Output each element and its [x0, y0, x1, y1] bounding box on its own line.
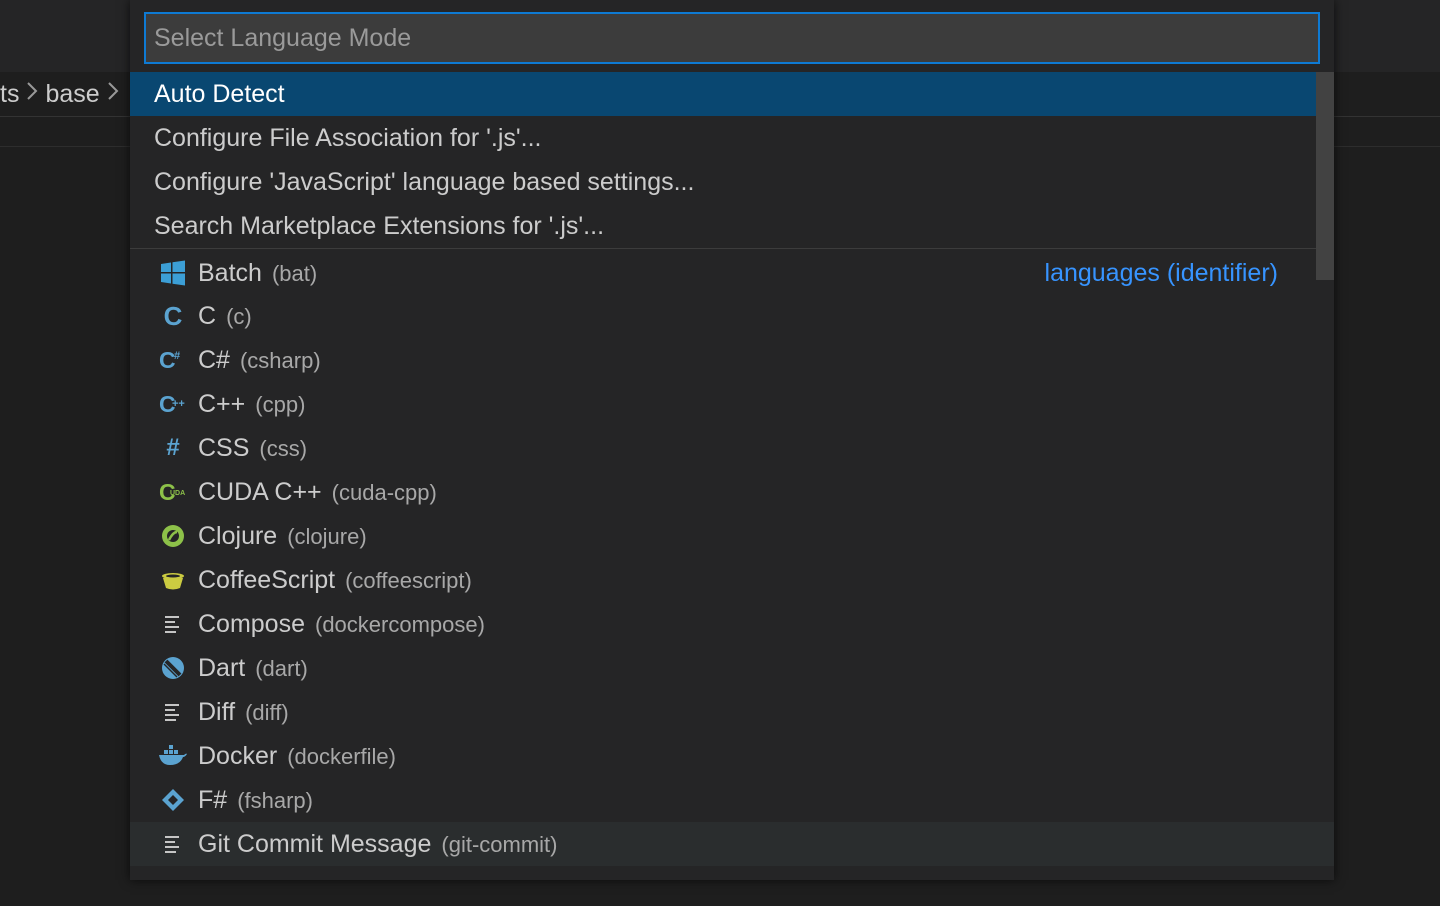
language-item-docker[interactable]: Docker (dockerfile): [130, 734, 1316, 778]
command-auto-detect[interactable]: Auto Detect: [130, 72, 1316, 116]
c-icon: C: [163, 300, 183, 331]
language-name: Clojure: [198, 521, 278, 550]
coffee-cup-icon: [158, 565, 188, 595]
chevron-right-icon: [25, 80, 39, 109]
language-item-css[interactable]: # CSS (css): [130, 426, 1316, 470]
language-identifier: (css): [259, 435, 308, 461]
quick-pick-input-container: [144, 12, 1320, 64]
language-item-fsharp[interactable]: F# (fsharp): [130, 778, 1316, 822]
language-identifier: (c): [226, 303, 252, 329]
language-mode-search-input[interactable]: [144, 12, 1320, 64]
language-name: Batch: [198, 258, 262, 287]
language-item-clojure[interactable]: Clojure (clojure): [130, 514, 1316, 558]
css-hash-icon: #: [166, 434, 180, 461]
breadcrumb-segment[interactable]: base: [45, 80, 99, 109]
cpp-icon: C ++: [158, 389, 188, 419]
language-item-dart[interactable]: Dart (dart): [130, 646, 1316, 690]
language-identifier: (dockerfile): [287, 743, 396, 769]
language-name: Diff: [198, 697, 236, 726]
command-label: Auto Detect: [154, 79, 285, 108]
language-identifier: (bat): [271, 260, 318, 286]
language-item-git-commit[interactable]: Git Commit Message (git-commit): [130, 822, 1334, 866]
docker-whale-icon: [158, 741, 188, 771]
language-item-coffeescript[interactable]: CoffeeScript (coffeescript): [130, 558, 1316, 602]
language-name: Git Commit Message: [198, 829, 432, 858]
csharp-icon: C #: [158, 345, 188, 375]
cuda-icon: C UDA: [158, 477, 188, 507]
language-identifier: (dart): [255, 655, 308, 681]
language-name: Dart: [198, 653, 246, 682]
language-name: Docker: [198, 741, 278, 770]
lines-icon: [158, 609, 188, 639]
command-label: Configure 'JavaScript' language based se…: [154, 167, 695, 196]
language-identifier: (clojure): [287, 523, 367, 549]
language-name: C++: [198, 389, 246, 418]
language-item-batch[interactable]: Batch (bat) languages (identifier): [130, 251, 1316, 295]
language-item-compose[interactable]: Compose (dockercompose): [130, 602, 1316, 646]
command-configure-file-association[interactable]: Configure File Association for '.js'...: [130, 116, 1316, 160]
language-item-cuda-cpp[interactable]: C UDA CUDA C++ (cuda-cpp): [130, 470, 1316, 514]
fsharp-icon: [158, 785, 188, 815]
command-search-marketplace[interactable]: Search Marketplace Extensions for '.js'.…: [130, 204, 1316, 248]
command-configure-language-settings[interactable]: Configure 'JavaScript' language based se…: [130, 160, 1316, 204]
list-scrollbar[interactable]: [1316, 72, 1334, 280]
language-name: C#: [198, 345, 230, 374]
breadcrumb-segment[interactable]: ts: [0, 80, 19, 109]
clojure-icon: [158, 521, 188, 551]
command-label: Search Marketplace Extensions for '.js'.…: [154, 211, 605, 240]
command-label: Configure File Association for '.js'...: [154, 123, 542, 152]
language-identifier: (coffeescript): [345, 567, 472, 593]
language-item-cpp[interactable]: C ++ C++ (cpp): [130, 382, 1316, 426]
language-identifier: (cpp): [255, 391, 306, 417]
language-name: C: [198, 301, 217, 330]
language-name: Compose: [198, 609, 305, 638]
language-mode-quick-pick: Auto Detect Configure File Association f…: [130, 0, 1334, 880]
dart-icon: [158, 653, 188, 683]
language-identifier: (cuda-cpp): [331, 479, 437, 505]
svg-text:#: #: [174, 350, 180, 362]
windows-icon: [158, 258, 188, 288]
language-item-c[interactable]: C C (c): [130, 294, 1316, 338]
language-item-diff[interactable]: Diff (diff): [130, 690, 1316, 734]
language-name: CSS: [198, 433, 250, 462]
language-identifier: (dockercompose): [315, 611, 485, 637]
chevron-right-icon: [106, 80, 120, 109]
language-name: F#: [198, 785, 228, 814]
lines-icon: [158, 829, 188, 859]
svg-text:UDA: UDA: [170, 490, 185, 497]
language-identifier: (git-commit): [441, 831, 558, 857]
language-name: CUDA C++: [198, 477, 322, 506]
list-separator: [130, 248, 1316, 249]
breadcrumb: ts base: [0, 72, 126, 116]
language-item-csharp[interactable]: C # C# (csharp): [130, 338, 1316, 382]
language-identifier: (diff): [245, 699, 289, 725]
svg-text:++: ++: [172, 398, 185, 410]
group-label: languages (identifier): [1044, 258, 1278, 287]
language-identifier: (fsharp): [237, 787, 313, 813]
lines-icon: [158, 697, 188, 727]
language-identifier: (csharp): [239, 347, 321, 373]
language-name: CoffeeScript: [198, 565, 336, 594]
